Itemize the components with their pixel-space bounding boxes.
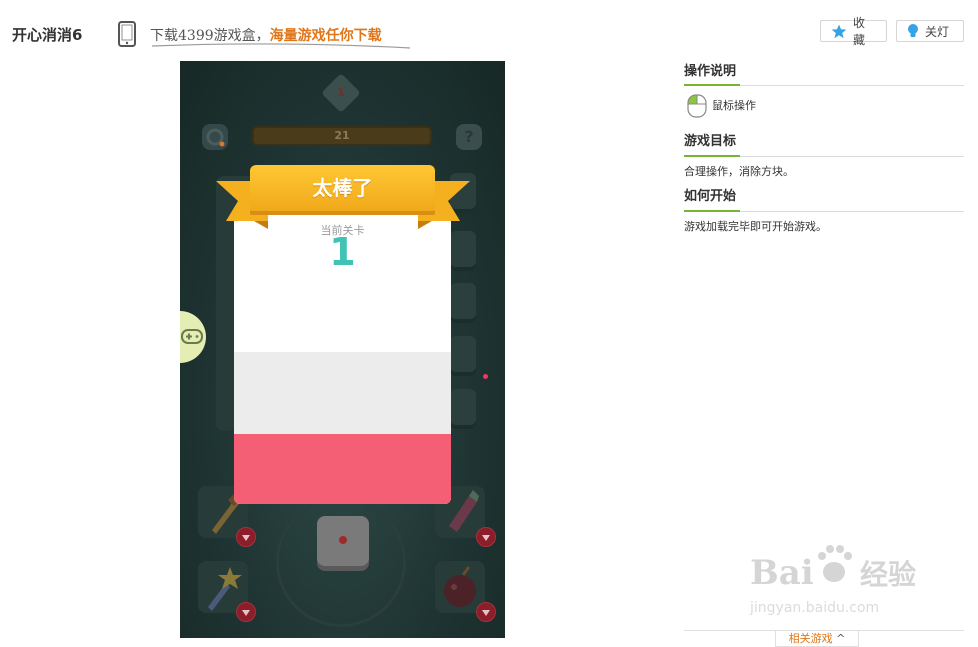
board-piece [450, 336, 476, 372]
svg-text:Bai: Bai [750, 553, 814, 593]
moves-counter-bar: 21 [252, 126, 432, 146]
pink-dot [483, 374, 488, 379]
popup-grey-band [234, 352, 451, 434]
lights-off-label: 关灯 [925, 24, 950, 39]
gear-icon [206, 128, 225, 147]
section-title-how-to-start: 如何开始 [684, 189, 737, 204]
watermark-url: jingyan.baidu.com [750, 600, 880, 616]
settings-gear-button[interactable] [202, 124, 228, 150]
goal-text: 合理操作，消除方块。 [684, 165, 794, 178]
controls-text: 鼠标操作 [712, 99, 756, 112]
related-games-label: 相关游戏 [788, 632, 833, 645]
popup-level-number: 1 [329, 230, 356, 274]
level-indicator-number: 1 [337, 86, 345, 99]
star-icon [831, 24, 847, 39]
tool-count-badge [236, 527, 256, 547]
baidu-paw-logo: Bai 经验 [750, 545, 916, 593]
favorite-label: 收藏 [853, 16, 866, 47]
how-to-start-text: 游戏加载完毕即可开始游戏。 [684, 220, 827, 233]
section-divider [684, 210, 964, 212]
chevron-up-icon: ^ [836, 632, 846, 645]
baidu-watermark: Bai 经验 jingyan.baidu.com [750, 538, 930, 616]
game-title: 开心消消6 [12, 26, 83, 44]
board-tile [216, 379, 236, 431]
section-divider [684, 84, 964, 86]
game-canvas[interactable]: 1 21 ? 当前关卡 1 太棒了 [180, 61, 505, 638]
promo-underline-swoosh [151, 43, 411, 49]
light-bulb-icon [907, 23, 919, 39]
gamepad-icon [181, 329, 203, 344]
mobile-phone-icon [118, 21, 136, 47]
help-button[interactable]: ? [456, 124, 482, 150]
tool-add-badge[interactable] [476, 527, 496, 547]
lights-off-button[interactable]: 关灯 [896, 20, 964, 42]
svg-text:经验: 经验 [860, 558, 916, 591]
popup-continue-button[interactable] [234, 434, 451, 504]
gamepad-side-handle[interactable] [180, 311, 206, 363]
section-title-controls: 操作说明 [684, 64, 737, 79]
board-piece [450, 231, 476, 267]
section-title-goal: 游戏目标 [684, 134, 737, 149]
mouse-icon [687, 94, 707, 118]
tool-add-badge[interactable] [236, 602, 256, 622]
section-divider [684, 155, 964, 157]
tool-add-badge[interactable] [476, 602, 496, 622]
board-piece [450, 389, 476, 425]
board-piece [450, 283, 476, 319]
center-cube-piece [317, 516, 369, 566]
favorite-button[interactable]: 收藏 [820, 16, 887, 47]
popup-title-ribbon: 太棒了 [250, 165, 435, 211]
level-complete-popup: 当前关卡 1 [234, 210, 451, 504]
